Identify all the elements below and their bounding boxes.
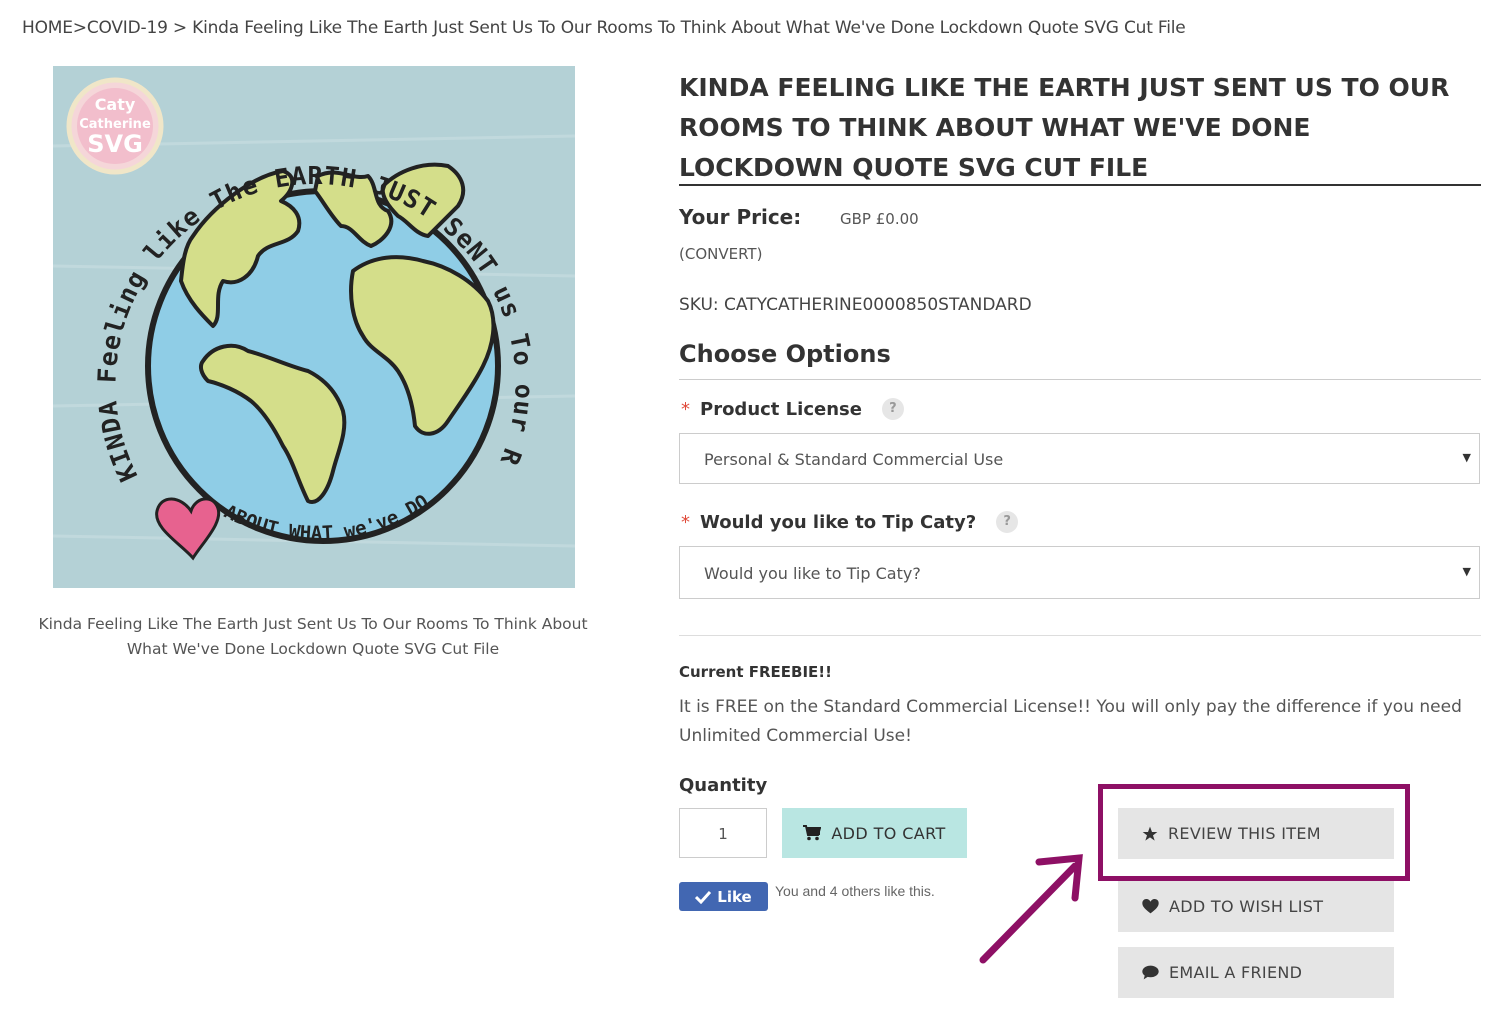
checkmark-icon: [695, 890, 712, 904]
section-divider: [679, 635, 1481, 636]
heart-icon: [1142, 899, 1159, 914]
breadcrumb: HOME>COVID-19 > Kinda Feeling Like The E…: [22, 18, 1186, 38]
highlight-annotation-box: [1098, 784, 1410, 881]
help-icon[interactable]: ?: [881, 398, 904, 420]
product-license-label-row: * Product License ?: [681, 398, 904, 420]
title-divider: [679, 184, 1481, 186]
tip-label: Would you like to Tip Caty?: [700, 511, 977, 533]
product-image-artwork: KINDA Feeling like The EARTH JUST SeNT u…: [53, 66, 575, 588]
required-mark: *: [681, 511, 690, 533]
add-to-cart-label: ADD TO CART: [831, 823, 946, 843]
breadcrumb-current: Kinda Feeling Like The Earth Just Sent U…: [192, 18, 1186, 38]
facebook-like-button[interactable]: Like: [679, 882, 768, 911]
comment-icon: [1142, 965, 1159, 980]
product-license-label: Product License: [700, 398, 862, 420]
email-friend-button[interactable]: EMAIL A FRIEND: [1118, 947, 1394, 998]
add-to-wish-list-button[interactable]: ADD TO WISH LIST: [1118, 881, 1394, 932]
product-license-selected-value: Personal & Standard Commercial Use: [704, 450, 1004, 469]
svg-text:SVG: SVG: [87, 130, 143, 158]
breadcrumb-separator: >: [167, 18, 193, 38]
tip-label-row: * Would you like to Tip Caty? ?: [681, 511, 1019, 533]
svg-text:Caty: Caty: [95, 95, 136, 114]
product-image-caption: Kinda Feeling Like The Earth Just Sent U…: [38, 615, 588, 658]
quantity-label: Quantity: [679, 775, 768, 796]
facebook-like-label: Like: [717, 887, 752, 906]
add-to-wish-list-label: ADD TO WISH LIST: [1169, 897, 1324, 916]
quantity-input[interactable]: 1: [679, 808, 767, 858]
tip-select[interactable]: Would you like to Tip Caty? ▼: [679, 546, 1480, 599]
arrow-annotation-icon: [979, 854, 1083, 964]
cart-icon: [803, 825, 822, 841]
freebie-text: It is FREE on the Standard Commercial Li…: [679, 697, 1462, 746]
freebie-title: Current FREEBIE!!: [679, 663, 832, 681]
convert-currency-link[interactable]: (CONVERT): [679, 245, 762, 263]
options-divider: [679, 379, 1481, 380]
required-mark: *: [681, 398, 690, 420]
product-sku: SKU: CATYCATHERINE0000850STANDARD: [679, 295, 1032, 315]
add-to-cart-button[interactable]: ADD TO CART: [782, 808, 967, 858]
product-image[interactable]: KINDA Feeling like The EARTH JUST SeNT u…: [53, 66, 575, 588]
help-icon[interactable]: ?: [996, 511, 1019, 533]
breadcrumb-home-link[interactable]: HOME: [22, 18, 73, 38]
chevron-down-icon: ▼: [1462, 565, 1471, 578]
email-friend-label: EMAIL A FRIEND: [1169, 963, 1303, 982]
chevron-down-icon: ▼: [1462, 451, 1471, 464]
price-value: GBP £0.00: [840, 210, 919, 228]
product-license-select[interactable]: Personal & Standard Commercial Use ▼: [679, 433, 1480, 484]
tip-selected-value: Would you like to Tip Caty?: [704, 564, 921, 583]
price-label: Your Price:: [679, 205, 802, 229]
breadcrumb-category-link[interactable]: COVID-19: [87, 18, 168, 38]
breadcrumb-separator: >: [72, 18, 87, 38]
product-title: KINDA FEELING LIKE THE EARTH JUST SENT U…: [679, 73, 1450, 182]
caty-catherine-logo: Caty Catherine SVG: [66, 77, 164, 175]
facebook-like-count-text: You and 4 others like this.: [775, 883, 935, 899]
choose-options-heading: Choose Options: [679, 340, 891, 368]
